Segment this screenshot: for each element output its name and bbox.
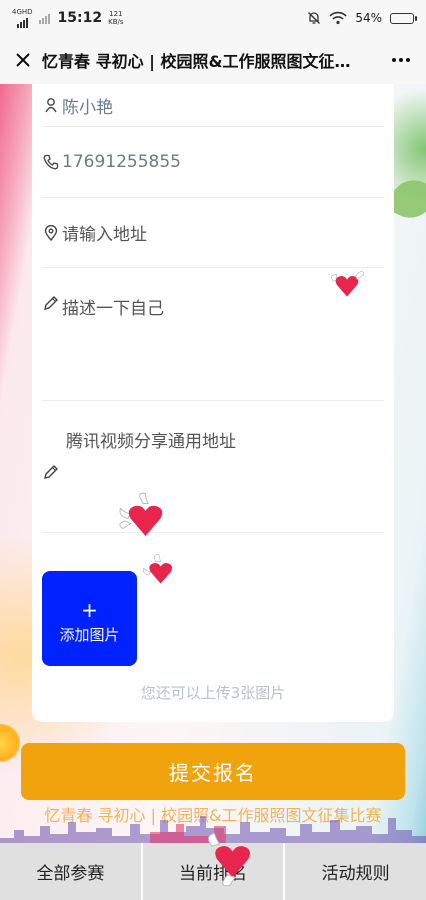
title-bar: 忆青春 寻初心 | 校园照&工作服照图文征… xyxy=(0,36,426,84)
phone-field[interactable]: 17691255855 xyxy=(42,127,384,198)
status-left: 4GHD 15:12 121 KB/s xyxy=(12,7,124,28)
status-bar: 4GHD 15:12 121 KB/s 54% xyxy=(0,0,426,36)
more-menu-button[interactable] xyxy=(386,58,416,62)
battery-percent: 54% xyxy=(355,11,382,25)
phone-icon xyxy=(42,153,60,171)
more-dot-icon xyxy=(399,58,403,62)
add-image-label: 添加图片 xyxy=(59,626,120,644)
status-right: 54% xyxy=(307,11,417,25)
signal-secondary-icon xyxy=(38,12,50,24)
user-icon xyxy=(42,96,60,114)
battery-icon xyxy=(390,12,417,24)
describe-placeholder: 描述一下自己 xyxy=(62,299,164,319)
address-field[interactable]: 请输入地址 xyxy=(42,198,384,268)
add-icon: + xyxy=(81,598,98,622)
tab-activity-rules[interactable]: 活动规则 xyxy=(283,843,426,900)
winged-heart-icon xyxy=(207,832,250,887)
video-url-placeholder: 腾讯视频分享通用地址 xyxy=(66,432,236,452)
add-image-button[interactable]: + 添加图片 xyxy=(42,571,137,666)
location-pin-icon xyxy=(42,224,60,242)
close-button[interactable] xyxy=(10,47,36,73)
pencil-icon xyxy=(42,463,60,481)
phone-value: 17691255855 xyxy=(62,152,181,172)
submit-button[interactable]: 提交报名 xyxy=(21,743,405,800)
network-indicator: 4GHD xyxy=(12,7,33,28)
signal-icon xyxy=(16,16,28,28)
close-icon xyxy=(16,53,30,67)
mute-bell-icon xyxy=(308,12,321,24)
address-placeholder: 请输入地址 xyxy=(62,225,147,245)
wifi-icon xyxy=(329,11,347,25)
network-speed: 121 KB/s xyxy=(108,10,123,26)
name-field[interactable]: 陈小艳 xyxy=(42,84,384,127)
speed-value: 121 xyxy=(109,10,123,18)
page-title: 忆青春 寻初心 | 校园照&工作服照图文征… xyxy=(42,52,351,71)
video-url-field[interactable]: 腾讯视频分享通用地址 xyxy=(42,401,384,533)
network-label: 4GHD xyxy=(12,7,33,16)
speed-unit: KB/s xyxy=(108,18,124,26)
tab-all-entries[interactable]: 全部参赛 xyxy=(0,843,141,900)
clock: 15:12 xyxy=(57,10,103,26)
winged-heart-icon xyxy=(119,492,163,536)
upload-remaining-text: 您还可以上传3张图片 xyxy=(140,684,286,702)
winged-heart-icon xyxy=(143,554,173,584)
signup-form-card: 陈小艳 17691255855 请输入地址 描述一下自己 腾讯视频分享通用地址 … xyxy=(32,84,394,722)
more-dot-icon xyxy=(406,58,410,62)
pencil-icon xyxy=(42,294,60,312)
winged-heart-icon xyxy=(331,271,364,297)
more-dot-icon xyxy=(392,58,396,62)
sun-decoration xyxy=(0,724,20,762)
name-value: 陈小艳 xyxy=(62,97,113,118)
